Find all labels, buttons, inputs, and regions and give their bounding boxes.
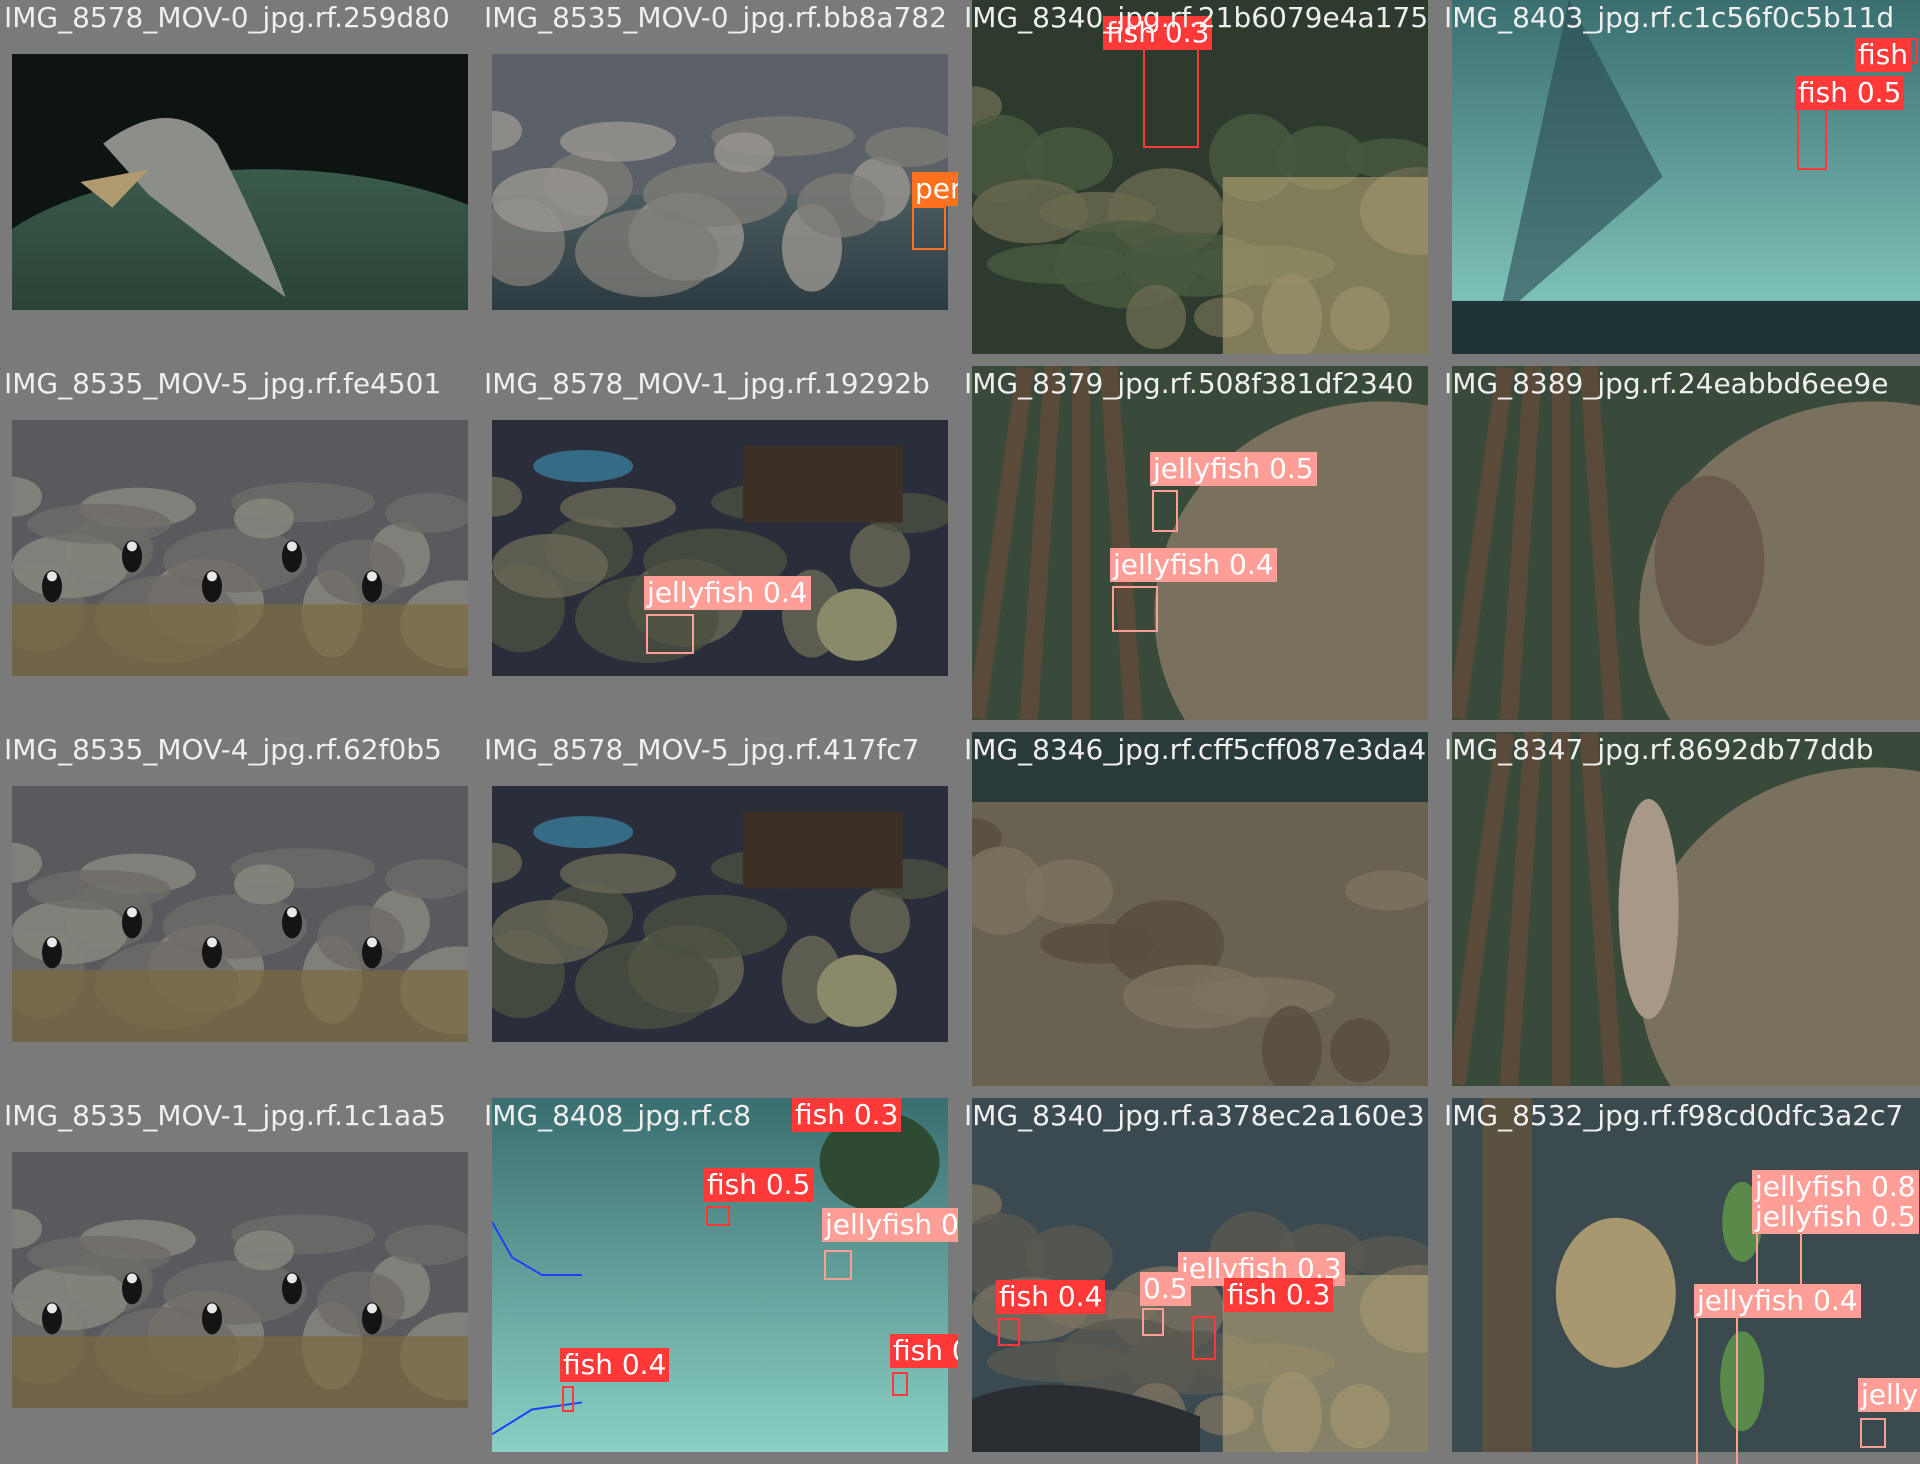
image-tile: IMG_8532_jpg.rf.f98cd0dfc3a2c7 jellyfish … xyxy=(1440,1098,1920,1464)
detection-box xyxy=(998,1318,1020,1346)
detection-box xyxy=(912,206,946,250)
tile-photo xyxy=(12,420,468,676)
tile-filename: IMG_8532_jpg.rf.f98cd0dfc3a2c7 xyxy=(1444,1099,1904,1132)
image-tile: IMG_8389_jpg.rf.24eabbd6ee9e xyxy=(1440,366,1920,730)
tile-photo xyxy=(972,0,1428,354)
tile-filename: IMG_8578_MOV-5_jpg.rf.417fc7 xyxy=(484,733,920,766)
detection-label: fish 0.5 xyxy=(890,1334,958,1368)
tile-photo xyxy=(1452,1098,1920,1452)
detection-label: fish 0.5 xyxy=(704,1168,814,1202)
detection-label: jellyfish 0.4 xyxy=(1694,1284,1861,1318)
tile-filename: IMG_8347_jpg.rf.8692db77ddb xyxy=(1444,733,1874,766)
image-tile: IMG_8535_MOV-1_jpg.rf.1c1aa5 xyxy=(0,1098,478,1464)
detection-box xyxy=(646,614,694,654)
detection-label: jellyfish 0.4 xyxy=(644,576,811,610)
detection-label: fish 0.3 xyxy=(1224,1278,1334,1312)
detection-box xyxy=(892,1372,908,1396)
image-tile: IMG_8403_jpg.rf.c1c56f0c5b11dfish 0.5 fis… xyxy=(1440,0,1920,364)
tile-filename: IMG_8535_MOV-0_jpg.rf.bb8a782 xyxy=(484,1,947,34)
image-tile: IMG_8340_jpg.rf.21b6079e4a175fish 0.3fis… xyxy=(960,0,1438,364)
image-tile: IMG_8408_jpg.rf.c8 fish 0.3 fish 0.5 jellyf… xyxy=(480,1098,958,1464)
detection-label: jellyfish 0.8 xyxy=(1752,1170,1919,1204)
photo-scene xyxy=(12,1152,468,1408)
detection-box xyxy=(1142,1308,1164,1336)
tile-filename: IMG_8535_MOV-4_jpg.rf.62f0b5 xyxy=(4,733,442,766)
tile-photo xyxy=(12,786,468,1042)
photo-scene xyxy=(1452,366,1920,720)
image-tile: IMG_8578_MOV-5_jpg.rf.417fc7 xyxy=(480,732,958,1096)
detection-label: jellyfish 0.5 xyxy=(1150,452,1317,486)
tile-filename: IMG_8379_jpg.rf.508f381df2340 xyxy=(964,367,1414,400)
mosaic-grid: IMG_8578_MOV-0_jpg.rf.259d80 IMG_8535_MOV… xyxy=(0,0,1920,1464)
photo-scene xyxy=(1452,0,1920,354)
tile-photo xyxy=(972,366,1428,720)
detection-box xyxy=(824,1250,852,1280)
detection-box xyxy=(1112,586,1158,632)
tile-photo xyxy=(1452,732,1920,1086)
image-tile: IMG_8347_jpg.rf.8692db77ddb xyxy=(1440,732,1920,1096)
photo-scene xyxy=(1452,1098,1920,1452)
tile-photo xyxy=(1452,366,1920,720)
detection-label: fish 0.4 xyxy=(560,1348,670,1382)
photo-scene xyxy=(12,54,468,310)
tile-filename: IMG_8535_MOV-5_jpg.rf.fe4501 xyxy=(4,367,442,400)
detection-box xyxy=(1756,1232,1802,1292)
detection-label: penguin 0.3 xyxy=(912,172,958,206)
detection-box xyxy=(706,1206,730,1226)
image-tile: IMG_8578_MOV-0_jpg.rf.259d80 xyxy=(0,0,478,364)
photo-scene xyxy=(972,0,1428,354)
tile-filename: IMG_8408_jpg.rf.c8 xyxy=(484,1099,752,1132)
photo-scene xyxy=(12,420,468,676)
image-tile: IMG_8578_MOV-1_jpg.rf.19292b jellyfish 0.… xyxy=(480,366,958,730)
photo-scene xyxy=(972,732,1428,1086)
photo-scene xyxy=(492,1098,948,1452)
tile-photo xyxy=(492,1098,948,1452)
detection-label: jellyfish 0.4 xyxy=(1110,548,1277,582)
tile-photo xyxy=(12,54,468,310)
detection-label: jellyfish 0.5 xyxy=(1752,1200,1919,1234)
photo-scene xyxy=(492,420,948,676)
tile-filename: IMG_8578_MOV-0_jpg.rf.259d80 xyxy=(4,1,450,34)
detection-box xyxy=(1192,1316,1216,1360)
image-tile: IMG_8346_jpg.rf.cff5cff087e3da4 xyxy=(960,732,1438,1096)
tile-photo xyxy=(492,420,948,676)
detection-box xyxy=(1696,1314,1738,1464)
tile-photo xyxy=(972,732,1428,1086)
tile-filename: IMG_8403_jpg.rf.c1c56f0c5b11d xyxy=(1444,1,1895,34)
image-tile: IMG_8535_MOV-5_jpg.rf.fe4501 xyxy=(0,366,478,730)
detection-label: fish xyxy=(1855,38,1911,72)
detection-label: fish 0.5 xyxy=(1795,76,1905,110)
tile-filename: IMG_8346_jpg.rf.cff5cff087e3da4 xyxy=(964,733,1427,766)
detection-label: fish 0.3 xyxy=(792,1098,902,1132)
tile-filename: IMG_8389_jpg.rf.24eabbd6ee9e xyxy=(1444,367,1889,400)
detection-box xyxy=(1860,1418,1886,1448)
photo-scene xyxy=(492,786,948,1042)
tile-photo xyxy=(1452,0,1920,354)
image-tile: IMG_8535_MOV-0_jpg.rf.bb8a782penguin 0.3 xyxy=(480,0,958,364)
tile-filename: IMG_8578_MOV-1_jpg.rf.19292b xyxy=(484,367,930,400)
photo-scene xyxy=(972,366,1428,720)
detection-box xyxy=(1152,490,1178,532)
tile-filename: IMG_8340_jpg.rf.21b6079e4a175 xyxy=(964,1,1429,34)
photo-scene xyxy=(1452,732,1920,1086)
detection-box xyxy=(1143,44,1199,148)
detection-box xyxy=(1797,104,1827,170)
detection-box xyxy=(562,1386,574,1412)
image-tile: IMG_8379_jpg.rf.508f381df2340 jellyfish 0… xyxy=(960,366,1438,730)
tile-filename: IMG_8535_MOV-1_jpg.rf.1c1aa5 xyxy=(4,1099,447,1132)
tile-filename: IMG_8340_jpg.rf.a378ec2a160e3 xyxy=(964,1099,1425,1132)
tile-photo xyxy=(492,786,948,1042)
tile-photo xyxy=(12,1152,468,1408)
detection-label: jellyfish 0.4 xyxy=(822,1208,958,1242)
detection-label: 0.5 xyxy=(1140,1272,1191,1306)
tile-photo xyxy=(492,54,948,310)
image-tile: IMG_8340_jpg.rf.a378ec2a160e3 jellyfish 0… xyxy=(960,1098,1438,1464)
image-tile: IMG_8535_MOV-4_jpg.rf.62f0b5 xyxy=(0,732,478,1096)
detection-label: fish 0.4 xyxy=(996,1280,1106,1314)
photo-scene xyxy=(492,54,948,310)
detection-label: jelly xyxy=(1858,1378,1920,1412)
photo-scene xyxy=(12,786,468,1042)
